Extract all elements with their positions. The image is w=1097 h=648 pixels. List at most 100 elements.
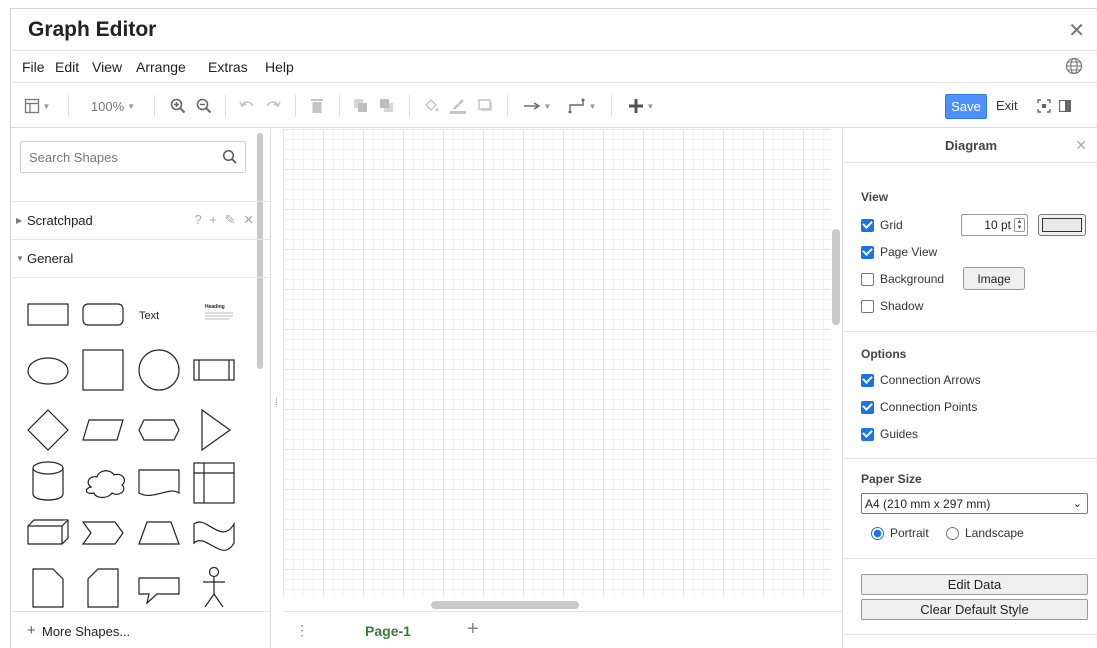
close-icon[interactable]: ✕ <box>1068 18 1085 43</box>
save-button[interactable]: Save <box>945 94 987 119</box>
shape-trapezoid[interactable] <box>138 521 180 545</box>
view-panels-button[interactable]: ▼ <box>20 96 54 116</box>
zoom-dropdown[interactable]: 100% ▼ <box>83 96 143 116</box>
paper-size-value: A4 (210 mm x 297 mm) <box>865 496 991 511</box>
menu-arrange[interactable]: Arrange <box>136 59 186 75</box>
fullscreen-button[interactable] <box>1035 96 1053 116</box>
shape-square[interactable] <box>82 349 124 391</box>
menu-extras[interactable]: Extras <box>208 59 248 75</box>
shape-cube[interactable] <box>27 519 69 545</box>
panel-layout-icon <box>24 98 39 114</box>
waypoints-button[interactable]: ▼ <box>563 96 601 116</box>
toolbar-divider <box>611 95 612 117</box>
shape-tape[interactable] <box>193 521 235 551</box>
shape-callout[interactable] <box>138 577 180 605</box>
shape-diamond[interactable] <box>27 409 69 451</box>
search-icon[interactable] <box>222 149 238 165</box>
grid-size-value: 10 pt <box>984 218 1011 232</box>
insert-button[interactable]: ▼ <box>623 96 659 116</box>
section-scratchpad[interactable]: ▶ Scratchpad ? + ✎ ✕ <box>11 201 270 239</box>
grid-color-button[interactable] <box>1038 214 1086 236</box>
edit-data-button[interactable]: Edit Data <box>861 574 1088 595</box>
background-checkbox[interactable]: Background <box>861 272 944 286</box>
menu-edit[interactable]: Edit <box>55 59 79 75</box>
connection-style-button[interactable]: ▼ <box>519 96 555 116</box>
shape-heading-label: Heading <box>205 304 225 310</box>
options-heading: Options <box>861 347 907 361</box>
portrait-radio[interactable]: Portrait <box>871 526 929 540</box>
page-view-checkbox[interactable]: Page View <box>861 245 937 259</box>
shape-card[interactable] <box>87 568 119 608</box>
globe-icon[interactable] <box>1065 57 1083 75</box>
shape-ellipse[interactable] <box>27 357 69 385</box>
to-back-button[interactable] <box>377 96 397 116</box>
checkbox-unchecked-icon <box>861 299 874 313</box>
grid-checkbox[interactable]: Grid <box>861 218 903 232</box>
diagram-canvas[interactable] <box>283 129 830 597</box>
connection-arrows-checkbox[interactable]: Connection Arrows <box>861 373 981 387</box>
scratchpad-actions[interactable]: ? + ✎ ✕ <box>195 212 256 228</box>
redo-button[interactable] <box>263 96 283 116</box>
shape-text[interactable]: Text <box>139 310 159 322</box>
redo-icon <box>266 101 281 108</box>
line-color-button[interactable] <box>447 96 469 116</box>
exit-button[interactable]: Exit <box>996 98 1018 113</box>
clear-default-style-button[interactable]: Clear Default Style <box>861 599 1088 620</box>
plus-icon <box>628 99 643 113</box>
undo-button[interactable] <box>237 96 257 116</box>
menu-file[interactable]: File <box>22 59 45 75</box>
zoom-in-icon <box>170 98 186 114</box>
more-shapes-button[interactable]: + More Shapes... <box>11 611 270 648</box>
spinner-icon[interactable]: ▲ ▼ <box>1014 218 1025 232</box>
add-page-icon[interactable]: + <box>467 618 479 641</box>
shape-circle[interactable] <box>138 349 180 391</box>
shape-step[interactable] <box>81 521 124 545</box>
menu-view[interactable]: View <box>92 59 122 75</box>
shape-note[interactable] <box>32 568 64 608</box>
paper-size-select[interactable]: A4 (210 mm x 297 mm) ⌄ <box>861 493 1088 514</box>
guides-checkbox[interactable]: Guides <box>861 427 918 441</box>
tab-page-1[interactable]: Page-1 <box>313 612 463 648</box>
shape-cloud[interactable] <box>85 470 126 499</box>
background-image-button[interactable]: Image <box>963 267 1025 290</box>
sidebar-splitter-handle[interactable]: ⁞ <box>275 397 278 408</box>
shape-process[interactable] <box>193 359 235 381</box>
delete-button[interactable] <box>307 96 327 116</box>
grid-size-input[interactable]: 10 pt ▲ ▼ <box>961 214 1028 236</box>
shape-triangle[interactable] <box>201 408 232 452</box>
zoom-level: 100% <box>90 98 125 114</box>
section-general[interactable]: ▼ General <box>11 239 270 277</box>
canvas-vertical-scrollbar[interactable] <box>832 229 840 325</box>
shape-parallelogram[interactable] <box>82 419 124 441</box>
pencil-icon <box>450 99 466 114</box>
canvas-horizontal-scrollbar[interactable] <box>431 601 579 609</box>
shape-rounded-rectangle[interactable] <box>82 303 124 326</box>
panel-title: Diagram <box>945 138 998 153</box>
format-panel: Diagram ✕ View Grid 10 pt ▲ ▼ Page View B… <box>842 129 1097 648</box>
shape-actor[interactable] <box>203 566 225 608</box>
zoom-in-button[interactable] <box>168 96 188 116</box>
pages-menu-icon[interactable]: ⋮ <box>295 622 309 639</box>
connection-points-checkbox[interactable]: Connection Points <box>861 400 977 414</box>
actions-section <box>843 559 1097 635</box>
radio-unselected-icon <box>946 526 959 540</box>
chevron-down-icon: ▼ <box>543 101 552 111</box>
landscape-radio[interactable]: Landscape <box>946 526 1024 540</box>
shadow-button[interactable] <box>475 96 495 116</box>
shape-table[interactable] <box>193 462 235 504</box>
fill-color-button[interactable] <box>421 96 441 116</box>
to-front-button[interactable] <box>351 96 371 116</box>
zoom-out-button[interactable] <box>194 96 214 116</box>
window-title: Graph Editor <box>28 18 157 41</box>
shape-rectangle[interactable] <box>27 303 69 326</box>
shape-heading[interactable]: Heading <box>205 304 233 320</box>
shape-document[interactable] <box>138 469 180 496</box>
shape-hexagon[interactable] <box>138 419 180 441</box>
search-input[interactable] <box>21 142 211 172</box>
close-icon[interactable]: ✕ <box>1075 137 1087 154</box>
toggle-format-panel-button[interactable] <box>1057 96 1073 116</box>
shape-cylinder[interactable] <box>32 461 64 501</box>
shadow-checkbox[interactable]: Shadow <box>861 299 923 313</box>
menu-help[interactable]: Help <box>265 59 294 75</box>
color-swatch <box>1042 218 1082 232</box>
